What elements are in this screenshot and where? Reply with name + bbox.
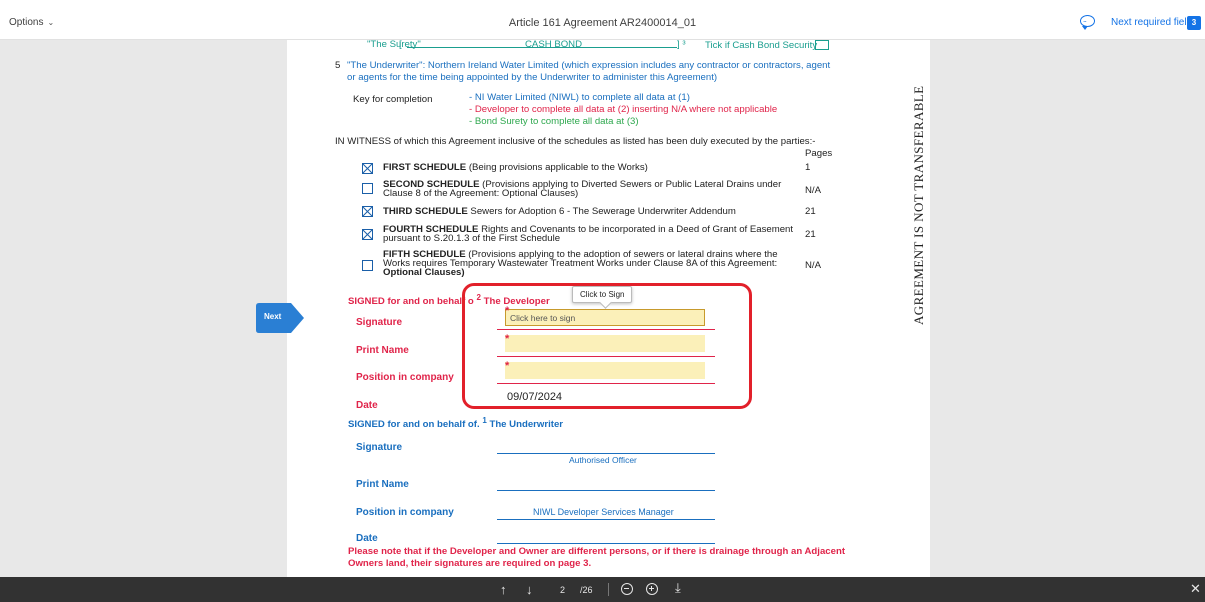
key-item-3: - Bond Surety to complete all data at (3…: [469, 116, 639, 127]
schedule-3-checkbox[interactable]: [362, 206, 373, 217]
schedule-5-checkbox[interactable]: [362, 260, 373, 271]
next-field-tab[interactable]: Next: [256, 303, 304, 333]
zoom-in-icon[interactable]: [646, 583, 658, 595]
schedule-4-text-line2: pursuant to S.20.1.3 of the First Schedu…: [383, 233, 561, 244]
surety-value: CASH BOND: [525, 39, 583, 50]
uw-position-underline: [497, 519, 715, 520]
zoom-out-icon[interactable]: [621, 583, 633, 595]
key-item-1: - NI Water Limited (NIWL) to complete al…: [469, 92, 690, 103]
developer-date-label: Date: [356, 400, 378, 411]
key-item-2: - Developer to complete all data at (2) …: [469, 104, 778, 115]
bottom-toolbar: ↑ ↓ 2 /26 ⤓ ✕: [0, 577, 1205, 602]
tick-label: Tick if Cash Bond Security: [705, 40, 818, 51]
uw-print-name-underline: [497, 490, 715, 491]
not-transferable-vertical-text: AGREEMENT IS NOT TRANSFERABLE: [911, 85, 926, 325]
underwriter-definition-line1: "The Underwriter": Northern Ireland Wate…: [347, 60, 831, 71]
document-title: Article 161 Agreement AR2400014_01: [508, 17, 697, 29]
arrow-down-icon[interactable]: ↓: [526, 582, 533, 597]
schedule-4-checkbox[interactable]: [362, 229, 373, 240]
underwriter-position-label: Position in company: [356, 507, 454, 518]
close-icon[interactable]: ✕: [1190, 581, 1201, 597]
cash-bond-checkbox[interactable]: [815, 40, 829, 50]
key-label: Key for completion: [353, 94, 433, 105]
schedule-1-pages: 1: [805, 162, 811, 173]
schedule-3-text: THIRD SCHEDULE Sewers for Adoption 6 - T…: [383, 206, 736, 217]
comment-icon[interactable]: ...: [1080, 15, 1095, 30]
current-page-input[interactable]: 2: [560, 585, 565, 595]
underwriter-print-name-label: Print Name: [356, 479, 409, 490]
underwriter-definition-line2: or agents for the time being appointed b…: [347, 72, 718, 83]
download-icon[interactable]: ⤓: [675, 580, 681, 596]
note-line-2: Owners land, their signatures are requir…: [348, 558, 592, 569]
note-line-1: Please note that if the Developer and Ow…: [348, 546, 846, 557]
next-required-field-button[interactable]: Next required field: [1111, 17, 1192, 28]
schedule-5-pages: N/A: [805, 260, 821, 271]
top-toolbar: Options ⌄ Article 161 Agreement AR240001…: [0, 0, 1205, 40]
schedule-1-checkbox[interactable]: [362, 163, 373, 174]
clause-number: 5: [335, 60, 341, 71]
red-highlight-outline: [462, 283, 752, 409]
developer-print-name-label: Print Name: [356, 345, 409, 356]
witness-paragraph: IN WITNESS of which this Agreement inclu…: [335, 136, 816, 147]
schedule-2-pages: N/A: [805, 185, 821, 196]
toolbar-divider: [608, 583, 609, 596]
pages-header: Pages: [805, 148, 833, 159]
schedule-3-pages: 21: [805, 206, 816, 217]
uw-signature-underline: [497, 453, 715, 454]
next-tab-label: Next: [264, 312, 282, 321]
underwriter-position-value: NIWL Developer Services Manager: [533, 507, 674, 517]
total-pages: /26: [580, 585, 593, 595]
surety-bracket-close: ] ³: [677, 39, 686, 50]
underwriter-signature-label: Signature: [356, 442, 403, 453]
schedule-4-pages: 21: [805, 229, 816, 240]
underwriter-signature-value: Authorised Officer: [569, 455, 637, 465]
schedule-1-text: FIRST SCHEDULE (Being provisions applica…: [383, 162, 648, 173]
surety-bracket-open: [: [399, 39, 402, 50]
underwriter-date-label: Date: [356, 533, 378, 544]
arrow-up-icon[interactable]: ↑: [500, 582, 507, 597]
uw-date-underline: [497, 543, 715, 544]
schedule-2-checkbox[interactable]: [362, 183, 373, 194]
required-field-count-badge[interactable]: 3: [1187, 16, 1201, 30]
schedule-2-text-line2: Clause 8 of the Agreement: Optional Clau…: [383, 188, 579, 199]
underwriter-section-heading: SIGNED for and on behalf of. 1 The Under…: [348, 416, 564, 431]
developer-signature-label: Signature: [356, 317, 403, 328]
schedule-5-text-line3: Optional Clauses): [383, 267, 465, 278]
developer-position-label: Position in company: [356, 372, 454, 383]
